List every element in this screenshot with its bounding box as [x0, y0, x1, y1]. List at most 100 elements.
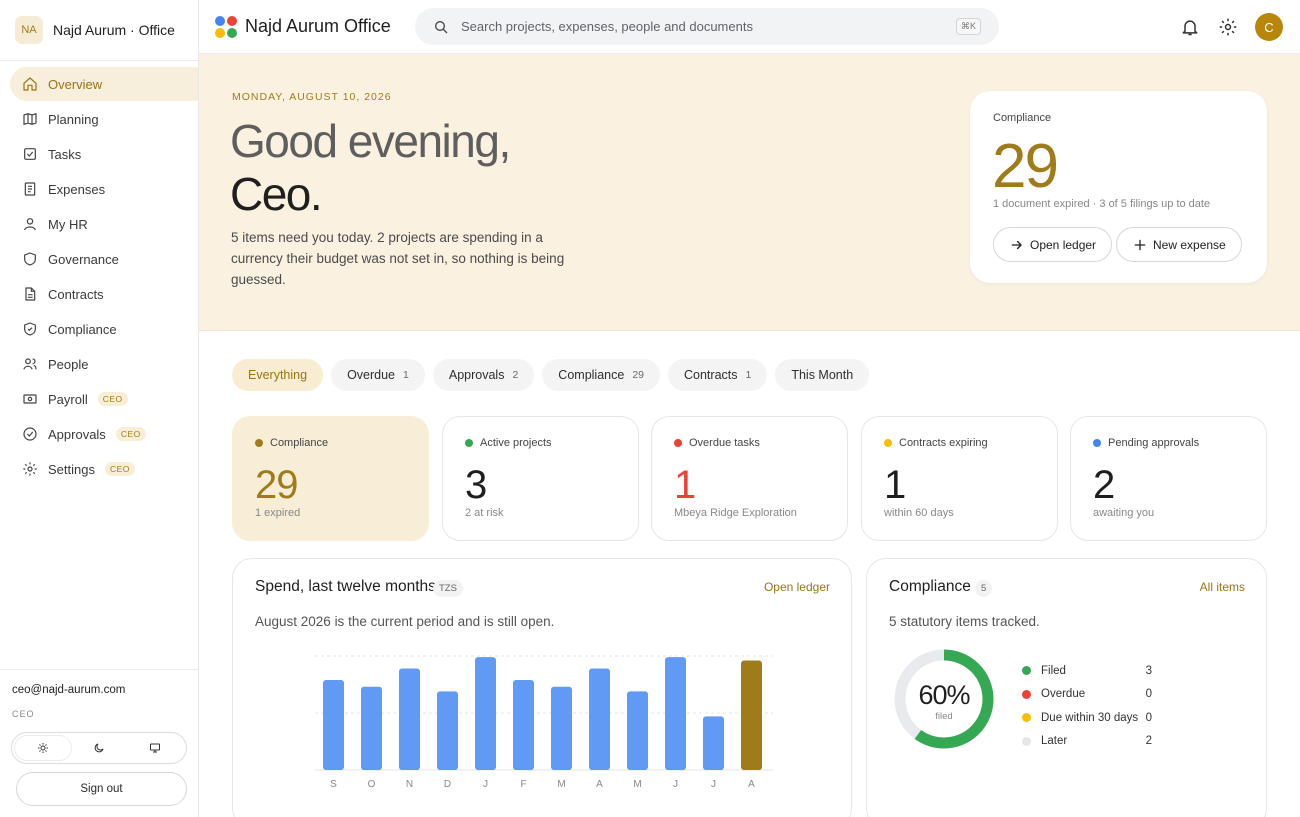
filter-chip-overdue[interactable]: Overdue 1 — [331, 359, 425, 391]
chip-label: Everything — [248, 368, 308, 382]
chip-label: This Month — [791, 368, 854, 382]
donut-caption: filed — [935, 711, 952, 722]
compliance-legend: Filed 3 Overdue 0 Due within 30 days 0 Late… — [1022, 659, 1152, 753]
sidebar-item-label: Tasks — [48, 146, 82, 162]
donut-percent: 60% — [918, 680, 970, 710]
monitor-icon — [150, 743, 160, 753]
filter-chip-everything[interactable]: Everything — [232, 359, 324, 391]
search-icon — [435, 20, 448, 33]
status-dot — [884, 439, 892, 447]
sidebar-item-governance[interactable]: Governance — [10, 242, 198, 276]
checkbox-icon — [24, 148, 36, 160]
stat-value: 1 — [674, 463, 696, 507]
stat-label: Overdue tasks — [674, 437, 760, 449]
sidebar-item-expenses[interactable]: Expenses — [10, 172, 198, 206]
new-expense-button[interactable]: New expense — [1116, 227, 1242, 262]
bar-0[interactable] — [323, 679, 344, 770]
x-tick-label-7: A — [596, 779, 603, 790]
sidebar: NA Najd Aurum · Office Overview Planning… — [0, 0, 199, 817]
sidebar-item-planning[interactable]: Planning — [10, 102, 198, 136]
open-ledger-link[interactable]: Open ledger — [764, 580, 830, 594]
filter-chip-this-month[interactable]: This Month — [775, 359, 870, 391]
sidebar-item-tasks[interactable]: Tasks — [10, 137, 198, 171]
stat-card-active-projects[interactable]: Active projects 3 2 at risk — [442, 416, 639, 541]
receipt-icon — [24, 182, 36, 196]
theme-system-option[interactable] — [127, 736, 183, 760]
chip-count: 2 — [512, 369, 519, 381]
legend-dot — [1022, 689, 1031, 699]
sidebar-item-compliance[interactable]: Compliance — [10, 312, 198, 346]
bar-4[interactable] — [475, 657, 496, 770]
legend-item-due-soon: Due within 30 days 0 — [1022, 706, 1152, 730]
filter-chip-contracts[interactable]: Contracts 1 — [668, 359, 768, 391]
x-tick-label-8: M — [633, 779, 641, 790]
sidebar-item-overview[interactable]: Overview — [10, 67, 198, 101]
theme-dark-option[interactable] — [71, 736, 127, 760]
stat-card-pending-approvals[interactable]: Pending approvals 2 awaiting you — [1070, 416, 1267, 541]
legend-dot — [1022, 713, 1031, 723]
bar-5[interactable] — [513, 679, 534, 770]
bar-7[interactable] — [589, 668, 610, 770]
stat-label-text: Pending approvals — [1108, 437, 1200, 449]
filter-chip-compliance[interactable]: Compliance 29 — [542, 359, 660, 391]
bar-6[interactable] — [551, 686, 572, 770]
x-tick-label-0: S — [330, 779, 337, 790]
chip-count: 1 — [403, 369, 409, 381]
legend-label: Overdue — [1041, 688, 1086, 701]
stat-card-overdue-tasks[interactable]: Overdue tasks 1 Mbeya Ridge Exploration — [651, 416, 848, 541]
theme-light-option[interactable] — [15, 736, 71, 760]
stat-label-text: Compliance — [270, 437, 329, 449]
sidebar-item-approvals[interactable]: Approvals CEO — [10, 417, 198, 451]
app-title: Najd Aurum Office — [245, 16, 391, 36]
search-input[interactable]: Search projects, expenses, people and do… — [415, 8, 999, 45]
brand-name: Najd Aurum · Office — [53, 22, 175, 38]
settings-gear-icon[interactable] — [1218, 17, 1238, 37]
sidebar-item-payroll[interactable]: Payroll CEO — [10, 382, 198, 416]
plus-icon — [1134, 239, 1146, 250]
sidebar-item-label: Settings — [48, 461, 95, 477]
spend-bar-chart: SONDJFMAMJJA — [315, 655, 773, 790]
brand[interactable]: NA Najd Aurum · Office — [0, 0, 198, 61]
bar-1[interactable] — [361, 686, 382, 770]
stat-label: Compliance — [255, 437, 328, 449]
filter-chips: Everything Overdue 1 Approvals 2 Complia… — [232, 359, 877, 391]
compliance-note: 5 statutory items tracked. — [889, 614, 1040, 629]
bell-icon[interactable] — [1180, 17, 1200, 37]
sidebar-item-settings[interactable]: Settings CEO — [10, 452, 198, 486]
sidebar-item-my-hr[interactable]: My HR — [10, 207, 198, 241]
legend-value: 0 — [1145, 711, 1152, 724]
sidebar-item-label: Approvals — [48, 426, 106, 442]
bar-11[interactable] — [741, 660, 762, 770]
compliance-title: Compliance — [889, 578, 971, 595]
sidebar-item-label: Payroll — [48, 391, 88, 407]
filter-chip-approvals[interactable]: Approvals 2 — [432, 359, 535, 391]
bar-8[interactable] — [627, 691, 648, 770]
bar-3[interactable] — [437, 691, 458, 770]
legend-label: Filed — [1041, 664, 1066, 677]
chip-count: 1 — [745, 369, 752, 381]
sidebar-nav: Overview Planning Tasks Expenses My HR G… — [0, 61, 198, 486]
greeting-line-2: Ceo. — [230, 168, 323, 220]
sidebar-item-people[interactable]: People — [10, 347, 198, 381]
all-items-link[interactable]: All items — [1200, 580, 1245, 594]
sun-icon — [38, 743, 48, 753]
bar-10[interactable] — [703, 716, 724, 770]
bar-9[interactable] — [665, 657, 686, 770]
summary-value: 29 — [992, 132, 1059, 201]
bar-2[interactable] — [399, 668, 420, 770]
stat-card-contracts-expiring[interactable]: Contracts expiring 1 within 60 days — [861, 416, 1058, 541]
sign-out-button[interactable]: Sign out — [16, 772, 187, 806]
legend-dot — [1022, 666, 1031, 676]
x-tick-label-2: N — [406, 779, 413, 790]
chip-label: Compliance — [558, 368, 625, 382]
check-circle-icon — [23, 427, 37, 441]
document-icon — [25, 287, 36, 301]
stat-subtext: awaiting you — [1093, 507, 1155, 519]
avatar[interactable]: C — [1255, 13, 1283, 41]
stat-card-compliance[interactable]: Compliance 29 1 expired — [232, 416, 429, 541]
compliance-count-badge: 5 — [975, 580, 993, 597]
summary-subtext: 1 document expired · 3 of 5 filings up t… — [993, 198, 1211, 210]
open-ledger-button[interactable]: Open ledger — [993, 227, 1113, 262]
sidebar-item-contracts[interactable]: Contracts — [10, 277, 198, 311]
spend-panel: Spend, last twelve months TZS Open ledge… — [232, 558, 852, 817]
